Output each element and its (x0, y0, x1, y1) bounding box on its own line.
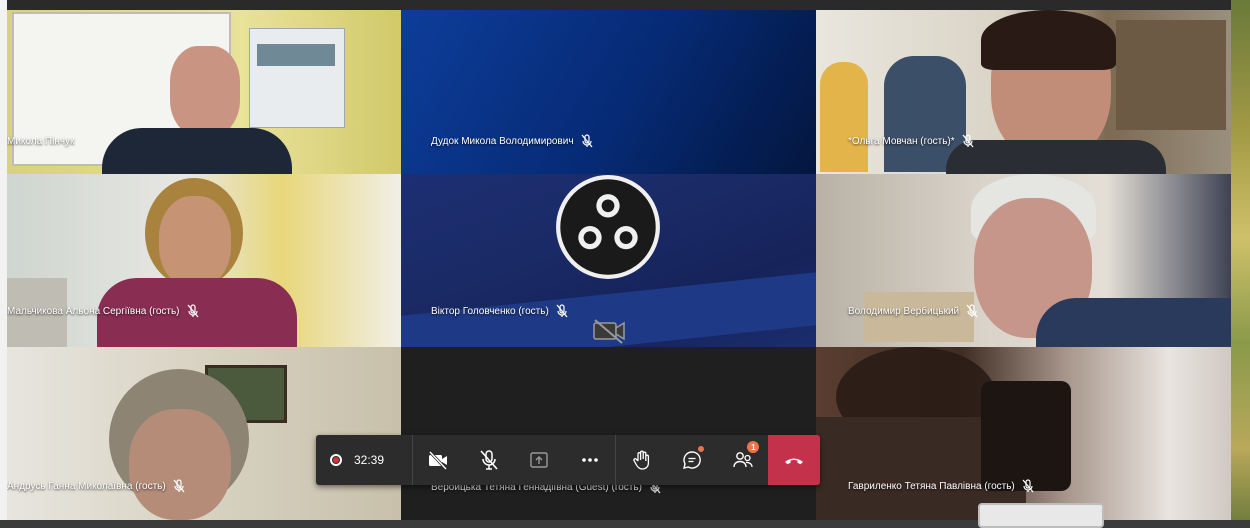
meeting-timer: 32:39 (354, 453, 385, 467)
person-head (159, 196, 231, 288)
participant-name-text: Мальчикова Альона Сергіївна (гость) (7, 305, 180, 317)
mic-toggle-button[interactable] (463, 435, 514, 485)
mic-off-icon (966, 304, 978, 318)
participant-name: *Ольга Мовчан (гость)* (848, 134, 975, 148)
mic-off-icon (173, 479, 185, 493)
meeting-control-bar: 32:39 1 (316, 435, 820, 485)
record-icon (330, 454, 342, 466)
video-tile-veroitska[interactable]: Веройцька Тетяна Геннадіївна (Guest) (го… (401, 347, 816, 520)
hang-up-button[interactable] (768, 435, 820, 485)
wall-poster (249, 28, 345, 128)
participant-name-text: Володимир Вербицький (848, 305, 960, 317)
poster-image (257, 44, 335, 66)
participants-badge: 1 (747, 441, 760, 453)
participant-name-text: Дудок Микола Володимирович (431, 135, 574, 147)
window-reflection (1116, 20, 1226, 130)
person-head (129, 409, 231, 520)
video-tile-volodymyr-verbytskyi[interactable]: Володимир Вербицький (816, 174, 1231, 347)
person-body (102, 128, 292, 174)
mic-off-icon (962, 134, 974, 148)
participant-name: Микола Пінчук (7, 136, 74, 147)
window-edge-left (0, 0, 7, 528)
desktop-background-edge (1231, 0, 1250, 528)
chat-icon (683, 451, 702, 469)
participant-name: Володимир Вербицький (848, 304, 979, 318)
obs-logo-icon (556, 175, 660, 279)
recording-indicator: 32:39 (316, 453, 412, 467)
mic-off-icon (556, 304, 568, 318)
participant-name: Віктор Головченко (гость) (431, 304, 569, 318)
participant-name-text: Гавриленко Тетяна Павлівна (гость) (848, 480, 1015, 492)
taskbar-preview-thumbnail[interactable] (978, 503, 1104, 528)
person-body (946, 140, 1166, 174)
participant-name-text: Андрусь Ганна Миколаївна (гость) (7, 480, 166, 492)
mic-off-icon (187, 304, 199, 318)
participant-name: Андрусь Ганна Миколаївна (гость) (7, 479, 186, 493)
person-head (170, 46, 240, 136)
participant-name: Гавриленко Тетяна Павлівна (гость) (848, 479, 1035, 493)
video-tile-mykola-pinchuk[interactable]: Микола Пінчук (7, 10, 401, 174)
participants-button[interactable]: 1 (718, 435, 769, 485)
participant-name: Дудок Микола Володимирович (431, 134, 594, 148)
person-background-left (820, 62, 868, 172)
raise-hand-button[interactable] (616, 435, 667, 485)
participant-name: Мальчикова Альона Сергіївна (гость) (7, 304, 200, 318)
video-tile-andrus[interactable]: Андрусь Ганна Миколаївна (гость) (7, 347, 401, 520)
more-options-icon (582, 458, 598, 462)
chat-unread-dot (697, 446, 704, 452)
more-options-button[interactable] (565, 435, 616, 485)
camera-off-icon (593, 319, 625, 344)
participant-name-text: Віктор Головченко (гость) (431, 305, 549, 317)
video-tile-havrylenko[interactable]: Гавриленко Тетяна Павлівна (гость) (816, 347, 1231, 520)
person-body (1036, 298, 1231, 347)
camera-toggle-button[interactable] (413, 435, 464, 485)
raise-hand-icon (632, 450, 649, 470)
video-tile-olha-movchan[interactable]: *Ольга Мовчан (гость)* (816, 10, 1231, 174)
person-hair (981, 10, 1116, 70)
video-tile-dudok[interactable]: Дудок Микола Володимирович (401, 10, 816, 174)
hang-up-icon (785, 458, 804, 465)
participant-name-text: *Ольга Мовчан (гость)* (848, 135, 955, 147)
mic-off-icon (1022, 479, 1034, 493)
participant-name-text: Микола Пінчук (7, 136, 75, 147)
video-tile-malchykova[interactable]: Мальчикова Альона Сергіївна (гость) (7, 174, 401, 347)
video-tile-viktor-holovchenko[interactable]: Віктор Головченко (гость) (401, 174, 816, 347)
share-screen-icon (530, 452, 548, 468)
mic-off-icon (479, 450, 498, 470)
phone-blur (981, 381, 1071, 491)
camera-off-icon (428, 450, 447, 471)
share-screen-button[interactable] (514, 435, 565, 485)
chat-button[interactable] (667, 435, 718, 485)
mic-off-icon (581, 134, 593, 148)
